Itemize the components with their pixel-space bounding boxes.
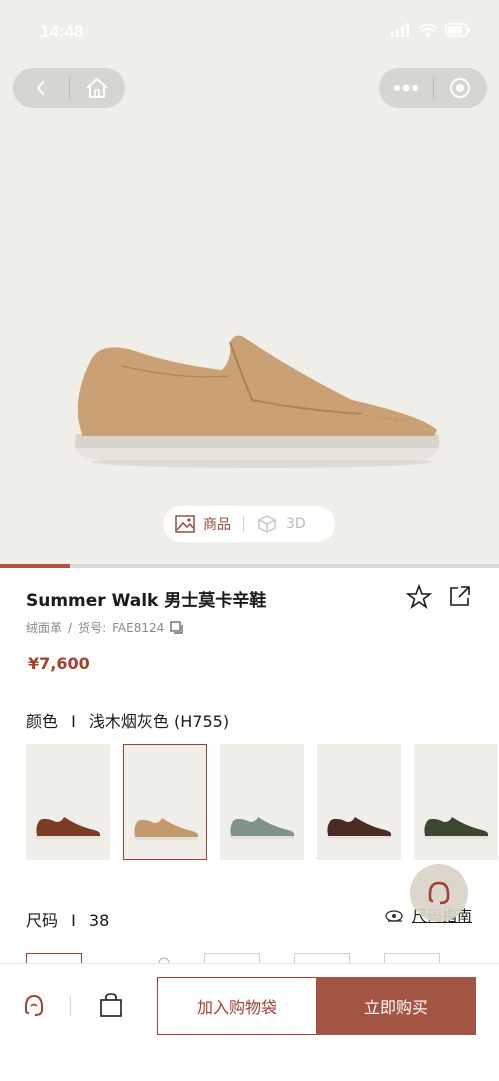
shopping-bag-icon[interactable] bbox=[99, 992, 123, 1018]
close-miniprogram-button[interactable] bbox=[434, 68, 488, 108]
signal-icon bbox=[391, 23, 409, 37]
home-button[interactable] bbox=[70, 68, 126, 108]
headset-icon bbox=[428, 881, 450, 905]
shoe-thumbnail bbox=[229, 817, 295, 840]
bar-divider bbox=[70, 996, 71, 1016]
product-gallery[interactable]: 14:48 商品 3D bbox=[0, 0, 499, 566]
status-icons bbox=[391, 23, 471, 37]
image-icon bbox=[175, 515, 195, 533]
size-separator: I bbox=[71, 911, 76, 930]
status-time: 14:48 bbox=[40, 22, 84, 41]
product-price: ¥7,600 bbox=[28, 654, 90, 673]
customer-service-float-button[interactable] bbox=[410, 864, 468, 922]
add-to-cart-button[interactable]: 加入购物袋 bbox=[157, 977, 317, 1035]
color-value: 浅木烟灰色 (H755) bbox=[88, 712, 230, 731]
bottom-action-bar: 加入购物袋 立即购买 bbox=[0, 963, 499, 1081]
back-button[interactable] bbox=[13, 68, 69, 108]
view-3d-option[interactable]: 3D bbox=[244, 514, 318, 534]
sku-value: FAE8124 bbox=[112, 620, 165, 635]
material-text: 绒面革 bbox=[26, 621, 63, 635]
size-label: 尺码 bbox=[26, 911, 59, 930]
color-swatch-list bbox=[26, 744, 499, 860]
home-icon bbox=[86, 77, 108, 98]
color-swatch-dark-brown[interactable] bbox=[317, 744, 401, 860]
nav-capsule bbox=[13, 68, 125, 108]
wifi-icon bbox=[419, 23, 437, 37]
view-3d-label: 3D bbox=[286, 516, 306, 532]
tape-measure-icon bbox=[385, 909, 403, 922]
target-circle-icon bbox=[450, 78, 471, 98]
color-swatch-tan[interactable] bbox=[123, 744, 207, 860]
battery-icon bbox=[445, 23, 470, 37]
copy-icon[interactable] bbox=[170, 620, 184, 635]
color-separator: I bbox=[71, 712, 76, 731]
color-swatch-olive[interactable] bbox=[414, 744, 498, 860]
shoe-thumbnail bbox=[423, 817, 489, 840]
more-dots-icon bbox=[393, 84, 418, 92]
color-selector-label: 颜色 I 浅木烟灰色 (H755) bbox=[26, 708, 229, 732]
gallery-progress-bar bbox=[0, 564, 499, 568]
sku-label: 货号: bbox=[78, 621, 107, 635]
size-selector-label: 尺码 I 38 bbox=[26, 907, 109, 931]
more-button[interactable] bbox=[379, 68, 433, 108]
meta-separator: / bbox=[68, 620, 73, 635]
view-product-option[interactable]: 商品 bbox=[163, 514, 243, 534]
product-image bbox=[73, 335, 440, 468]
color-swatch-sage[interactable] bbox=[220, 744, 304, 860]
shoe-thumbnail bbox=[35, 817, 101, 840]
miniprogram-capsule bbox=[379, 68, 487, 108]
product-meta: 绒面革 / 货号: FAE8124 bbox=[26, 619, 184, 636]
customer-service-icon[interactable] bbox=[22, 993, 46, 1019]
gallery-progress-fill bbox=[0, 564, 70, 568]
size-value: 38 bbox=[88, 911, 110, 930]
favorite-star-icon[interactable] bbox=[406, 584, 432, 610]
product-title: Summer Walk 男士莫卡辛鞋 bbox=[26, 591, 267, 611]
status-bar: 14:48 bbox=[0, 20, 499, 44]
chevron-left-icon bbox=[36, 80, 45, 96]
view-mode-toggle: 商品 3D bbox=[163, 506, 335, 542]
cube-3d-icon bbox=[258, 515, 276, 533]
view-product-label: 商品 bbox=[203, 517, 231, 533]
buy-now-button[interactable]: 立即购买 bbox=[316, 977, 476, 1035]
share-icon[interactable] bbox=[448, 584, 472, 608]
color-label: 颜色 bbox=[26, 712, 59, 731]
shoe-thumbnail bbox=[326, 817, 392, 840]
shoe-thumbnail bbox=[133, 818, 199, 841]
color-swatch-brown[interactable] bbox=[26, 744, 110, 860]
